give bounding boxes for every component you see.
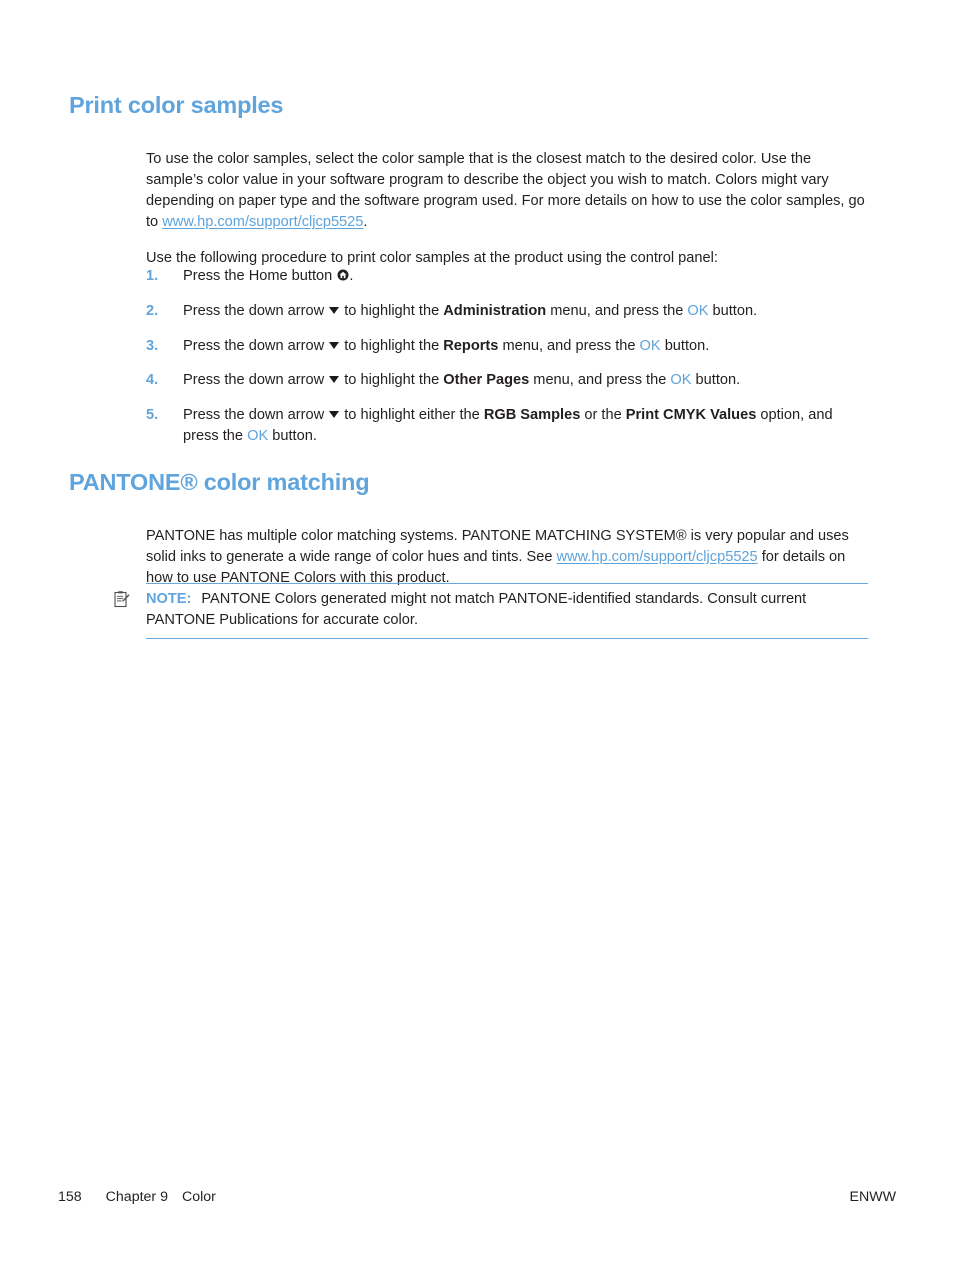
footer-chapter-title: Color xyxy=(181,1189,216,1205)
step-text: Press the Home button xyxy=(183,268,337,284)
home-button-icon xyxy=(337,267,349,281)
option-name-rgb-samples: RGB Samples xyxy=(483,407,581,424)
down-arrow-icon xyxy=(329,376,340,384)
footer-chapter: Chapter 9 xyxy=(105,1189,168,1205)
list-marker: 1. xyxy=(146,268,159,284)
ok-button-label: OK xyxy=(687,302,709,319)
menu-name-other-pages: Other Pages xyxy=(443,372,530,389)
step-text-mid2: menu, and press the xyxy=(498,337,640,354)
ok-button-label: OK xyxy=(639,337,661,354)
option-name-print-cmyk-values: Print CMYK Values xyxy=(625,407,757,424)
list-item: 1. Press the Home button . xyxy=(146,266,870,287)
step-text-mid1: to highlight either the xyxy=(340,407,484,424)
step-text: Press the down arrow xyxy=(183,407,329,424)
list-marker: 2. xyxy=(146,302,159,319)
list-item: 3. Press the down arrow to highlight the … xyxy=(146,336,870,357)
procedure-list: 1. Press the Home button . 2. Press the do… xyxy=(146,266,870,461)
step-text-mid1: to highlight the xyxy=(340,337,444,354)
step-text: Press the down arrow xyxy=(183,372,329,389)
step-text: Press the down arrow xyxy=(183,337,329,354)
support-link-cljcp5525-secondary[interactable]: www.hp.com/support/cljcp5525 xyxy=(557,549,758,565)
footer-page-number: 158 xyxy=(58,1189,82,1205)
step-text-tail: button. xyxy=(708,302,758,319)
note-content: NOTE: PANTONE Colors generated might not … xyxy=(114,589,868,632)
list-marker: 4. xyxy=(146,372,159,389)
down-arrow-icon xyxy=(329,341,340,349)
step-text-tail: button. xyxy=(660,337,710,354)
ok-button-label: OK xyxy=(670,372,692,389)
step-text: Press the down arrow xyxy=(183,302,329,319)
page-footer: 158 Chapter 9 Color ENWW xyxy=(58,1189,896,1211)
step-text-mid2: or the xyxy=(580,407,626,424)
menu-name-administration: Administration xyxy=(443,302,547,319)
step-text-mid2: menu, and press the xyxy=(546,302,688,319)
document-page: Print color samples To use the color sam… xyxy=(0,0,954,1270)
step-text-mid1: to highlight the xyxy=(340,372,444,389)
footer-left-group: 158 Chapter 9 Color xyxy=(58,1189,216,1205)
note-clipboard-icon xyxy=(114,591,130,608)
list-item: 4. Press the down arrow to highlight the … xyxy=(146,370,870,391)
step-text-tail: button. xyxy=(691,372,741,389)
step-text-tail: button. xyxy=(268,428,317,445)
footer-locale-code: ENWW xyxy=(849,1189,897,1205)
step-text-mid2: menu, and press the xyxy=(529,372,671,389)
intro-paragraph: To use the color samples, select the col… xyxy=(146,149,868,234)
intro-text-part2: . xyxy=(363,214,368,231)
note-callout: NOTE: PANTONE Colors generated might not … xyxy=(114,583,868,639)
down-arrow-icon xyxy=(329,306,340,314)
list-marker: 3. xyxy=(146,337,159,354)
note-label: NOTE: xyxy=(146,591,192,607)
down-arrow-icon xyxy=(329,411,340,419)
note-text: PANTONE Colors generated might not match… xyxy=(146,591,807,629)
list-item: 2. Press the down arrow to highlight the … xyxy=(146,301,870,322)
step-text-tail: . xyxy=(349,268,354,284)
page-title-print-color-samples: Print color samples xyxy=(69,92,284,118)
list-marker: 5. xyxy=(146,407,159,424)
section-title-pantone-color-matching: PANTONE® color matching xyxy=(69,469,370,495)
support-link-cljcp5525[interactable]: www.hp.com/support/cljcp5525 xyxy=(162,214,363,230)
list-item: 5. Press the down arrow to highlight eith… xyxy=(146,405,870,448)
step-text-mid1: to highlight the xyxy=(340,302,444,319)
menu-name-reports: Reports xyxy=(443,337,499,354)
ok-button-label: OK xyxy=(247,428,269,445)
pantone-paragraph: PANTONE has multiple color matching syst… xyxy=(146,526,868,590)
